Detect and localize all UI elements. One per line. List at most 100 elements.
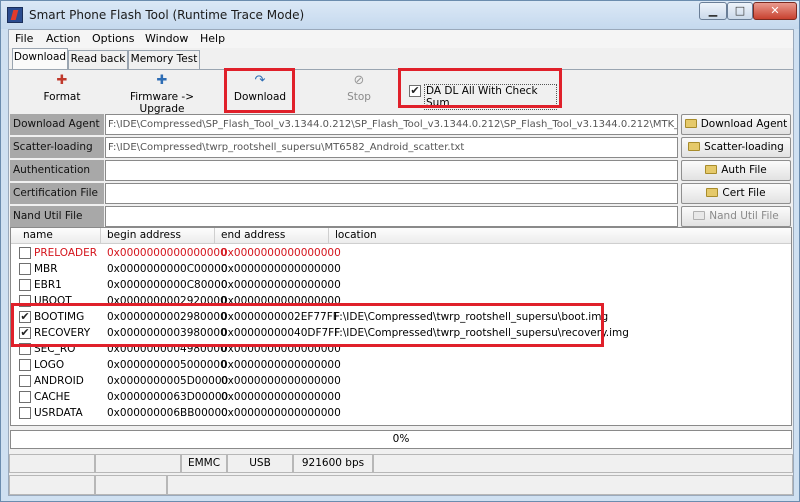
status-storage: EMMC <box>181 454 227 473</box>
begin-address: 0x0000000000C80000 <box>107 279 228 291</box>
scatter-label: Scatter-loading File <box>10 137 104 174</box>
download-highlight <box>224 68 295 113</box>
begin-address: 0x000000006BB00000 <box>107 407 228 419</box>
app-icon <box>7 7 23 23</box>
auth-file-label: Authentication File <box>10 160 104 197</box>
partition-name: MBR <box>34 263 58 275</box>
format-icon: ✚ <box>56 73 68 88</box>
begin-address: 0x0000000063D00000 <box>107 391 229 403</box>
folder-icon <box>706 188 719 197</box>
end-address: 0x0000000000000000 <box>221 279 341 291</box>
col-divider[interactable] <box>100 228 101 244</box>
begin-address: 0x0000000005D00000 <box>107 375 229 387</box>
table-row[interactable]: ANDROID 0x0000000005D00000 0x0000000000000… <box>11 373 791 389</box>
row-checkbox[interactable] <box>19 407 31 419</box>
stop-icon: ⊘ <box>353 73 365 88</box>
firmware-icon: ✚ <box>156 73 168 88</box>
status-baud: 921600 bps <box>293 454 373 473</box>
menu-bar: File Action Options Window Help <box>9 30 793 48</box>
end-address: 0x0000000000000000 <box>221 247 341 259</box>
partition-name: ANDROID <box>34 375 84 387</box>
cert-file-field[interactable] <box>105 183 678 204</box>
partition-name: EBR1 <box>34 279 62 291</box>
table-row[interactable]: USRDATA 0x000000006BB00000 0x0000000000000… <box>11 405 791 421</box>
nand-util-button[interactable]: Nand Util File <box>681 206 791 227</box>
end-address: 0x0000000000000000 <box>221 391 341 403</box>
col-name-header[interactable]: name <box>23 229 53 241</box>
begin-address: 0x0000000000000000 <box>107 247 227 259</box>
selected-rows-highlight <box>11 303 604 347</box>
bottom-cell-3 <box>167 475 793 495</box>
status-cell-6 <box>373 454 793 473</box>
row-checkbox[interactable] <box>19 247 31 259</box>
partition-name: LOGO <box>34 359 65 371</box>
table-row[interactable]: PRELOADER 0x0000000000000000 0x00000000000… <box>11 245 791 261</box>
row-checkbox[interactable] <box>19 263 31 275</box>
table-row[interactable]: LOGO 0x0000000005000000 0x0000000000000000 <box>11 357 791 373</box>
col-divider[interactable] <box>214 228 215 244</box>
partition-name: PRELOADER <box>34 247 98 259</box>
cert-file-label: Certification File <box>10 183 104 204</box>
menu-window[interactable]: Window <box>145 32 188 45</box>
scatter-field[interactable]: F:\IDE\Compressed\twrp_rootshell_supersu… <box>105 137 678 158</box>
row-checkbox[interactable] <box>19 359 31 371</box>
end-address: 0x0000000000000000 <box>221 407 341 419</box>
minimize-button[interactable]: ▁ <box>699 2 727 20</box>
table-row[interactable]: EBR1 0x0000000000C80000 0x0000000000000000 <box>11 277 791 293</box>
scatter-button[interactable]: Scatter-loading <box>681 137 791 158</box>
title-bar[interactable]: Smart Phone Flash Tool (Runtime Trace Mo… <box>1 1 799 29</box>
tab-download[interactable]: Download <box>12 48 68 70</box>
status-cell-2 <box>95 454 181 473</box>
list-header: name begin address end address location <box>11 228 791 244</box>
download-agent-button[interactable]: Download Agent <box>681 114 791 135</box>
folder-icon <box>684 119 697 128</box>
auth-file-button[interactable]: Auth File <box>681 160 791 181</box>
folder-icon <box>705 165 718 174</box>
menu-options[interactable]: Options <box>92 32 134 45</box>
progress-text: 0% <box>392 433 410 445</box>
col-location-header[interactable]: location <box>335 229 377 241</box>
table-row[interactable]: MBR 0x0000000000C00000 0x0000000000000000 <box>11 261 791 277</box>
menu-help[interactable]: Help <box>200 32 225 45</box>
col-end-header[interactable]: end address <box>221 229 285 241</box>
client-area: File Action Options Window Help Download… <box>8 29 794 496</box>
bottom-cell-2 <box>95 475 167 495</box>
begin-address: 0x0000000000C00000 <box>107 263 228 275</box>
checksum-highlight <box>398 68 562 108</box>
maximize-button[interactable]: □ <box>727 2 753 20</box>
row-checkbox[interactable] <box>19 375 31 387</box>
auth-file-field[interactable] <box>105 160 678 181</box>
partition-name: CACHE <box>34 391 71 403</box>
tab-memory-test[interactable]: Memory Test <box>128 50 200 69</box>
begin-address: 0x0000000005000000 <box>107 359 227 371</box>
nand-util-field[interactable] <box>105 206 678 227</box>
table-row[interactable]: CACHE 0x0000000063D00000 0x000000000000000… <box>11 389 791 405</box>
format-button[interactable]: ✚ Format <box>33 74 91 112</box>
bottom-cell-1 <box>9 475 95 495</box>
end-address: 0x0000000000000000 <box>221 375 341 387</box>
window-title: Smart Phone Flash Tool (Runtime Trace Mo… <box>29 8 305 22</box>
bottom-bar <box>9 475 793 495</box>
firmware-upgrade-button[interactable]: ✚ Firmware -> Upgrade <box>107 73 217 116</box>
tab-read-back[interactable]: Read back <box>68 50 128 69</box>
cert-file-button[interactable]: Cert File <box>681 183 791 204</box>
menu-action[interactable]: Action <box>46 32 80 45</box>
stop-button[interactable]: ⊘ Stop <box>339 74 379 112</box>
download-agent-label: Download Agent <box>10 114 104 135</box>
close-button[interactable]: ✕ <box>753 2 797 20</box>
menu-file[interactable]: File <box>15 32 33 45</box>
row-checkbox[interactable] <box>19 391 31 403</box>
end-address: 0x0000000000000000 <box>221 263 341 275</box>
app-window: Smart Phone Flash Tool (Runtime Trace Mo… <box>0 0 800 502</box>
folder-icon <box>688 142 701 151</box>
row-checkbox[interactable] <box>19 279 31 291</box>
end-address: 0x0000000000000000 <box>221 359 341 371</box>
col-divider[interactable] <box>328 228 329 244</box>
status-port: USB <box>227 454 293 473</box>
progress-bar: 0% <box>10 430 792 449</box>
col-begin-header[interactable]: begin address <box>107 229 181 241</box>
partition-name: USRDATA <box>34 407 83 419</box>
status-bar: EMMC USB 921600 bps <box>9 454 793 473</box>
download-agent-field[interactable]: F:\IDE\Compressed\SP_Flash_Tool_v3.1344.… <box>105 114 678 135</box>
nand-util-label: Nand Util File <box>10 206 104 227</box>
